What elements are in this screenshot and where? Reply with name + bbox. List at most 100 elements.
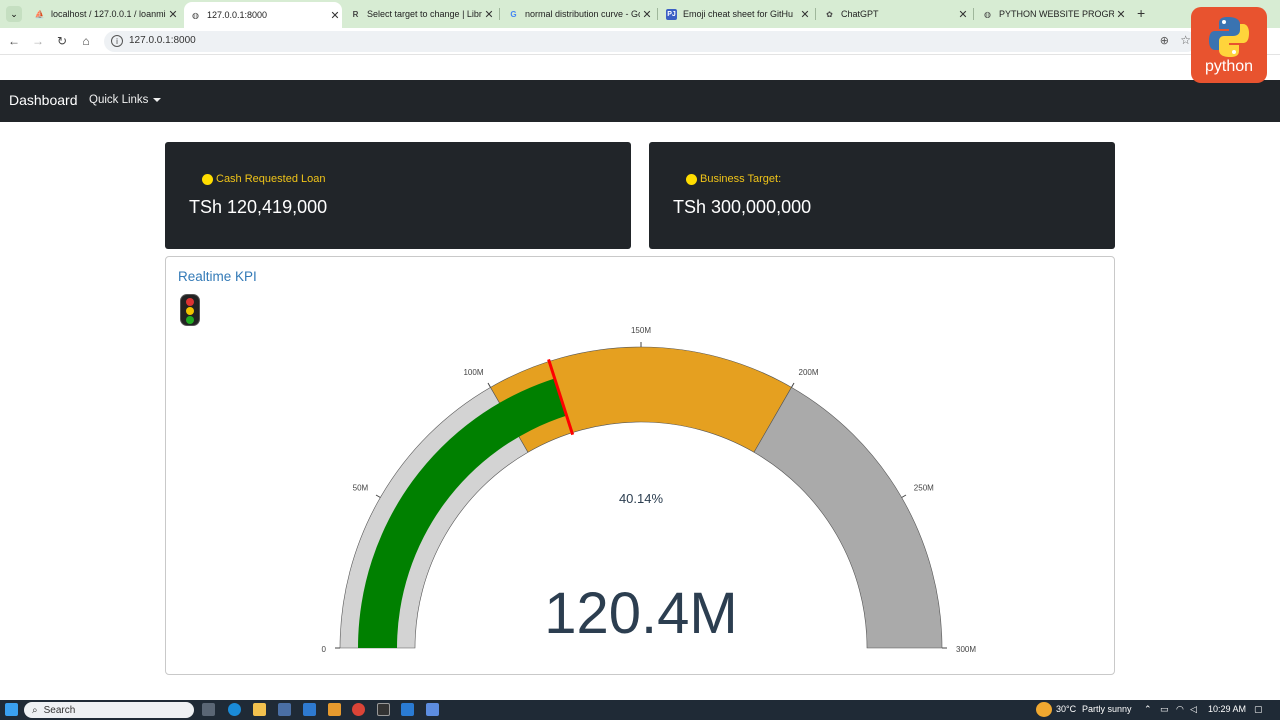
url-text[interactable]: 127.0.0.1:8000: [129, 35, 196, 46]
tab-title: Select target to change | Librar: [367, 9, 482, 19]
tab-search-dropdown-icon[interactable]: ⌄: [6, 6, 22, 22]
tab-title: Emoji cheat sheet for GitHu: [683, 9, 794, 19]
realtime-kpi-panel: Realtime KPI 0 50M 100M 150M 200M 250M 300M 40.…: [165, 256, 1115, 675]
card-label-row: Cash Requested Loan: [202, 173, 325, 185]
gauge-tick-label: 50M: [353, 484, 369, 493]
tab-title: normal distribution curve - Goo: [525, 9, 640, 19]
search-icon: ⌕: [32, 704, 38, 716]
caret-down-icon: [153, 97, 162, 102]
browser-tab-phpmyadmin[interactable]: ⛵ localhost / 127.0.0.1 / loanmis / ✕: [28, 3, 180, 25]
bookmark-star-icon[interactable]: ☆: [1180, 33, 1191, 47]
weather-desc[interactable]: Partly sunny: [1082, 704, 1132, 714]
phpmyadmin-icon: ⛵: [34, 9, 45, 19]
clock-time[interactable]: 10:29 AM: [1208, 704, 1246, 714]
reload-icon[interactable]: ↻: [54, 33, 70, 49]
xampp-icon[interactable]: [328, 703, 341, 716]
browser-tab-active[interactable]: ◍ 127.0.0.1:8000 ✕: [184, 2, 342, 28]
close-tab-icon[interactable]: ✕: [1114, 8, 1128, 21]
card-value: TSh 300,000,000: [673, 197, 812, 217]
network-icon[interactable]: ▭: [1160, 704, 1169, 715]
close-tab-icon[interactable]: ✕: [482, 8, 496, 21]
store-icon[interactable]: [278, 703, 291, 716]
gauge-band-2: [753, 386, 943, 649]
app-icon[interactable]: [426, 703, 439, 716]
yellow-circle-icon: [686, 173, 697, 185]
browser-tab-chatgpt[interactable]: ✿ ChatGPT ✕: [818, 3, 970, 25]
app-navbar: Dashboard Quick Links: [0, 80, 1280, 122]
navbar-brand[interactable]: Dashboard: [9, 92, 78, 108]
globe-icon: ◍: [984, 9, 991, 19]
tab-title: 127.0.0.1:8000: [207, 10, 268, 20]
tab-title: PYTHON WEBSITE PROGRAMMI: [999, 9, 1114, 19]
terminal-icon[interactable]: [377, 703, 390, 716]
gauge-tick: [791, 382, 795, 388]
close-tab-icon[interactable]: ✕: [166, 8, 180, 21]
close-tab-icon[interactable]: ✕: [640, 8, 654, 21]
taskbar-search[interactable]: ⌕ Search: [24, 702, 194, 718]
forward-arrow-icon[interactable]: →: [30, 33, 46, 49]
gauge-tick-label: 300M: [956, 645, 976, 654]
site-info-icon[interactable]: i: [111, 35, 123, 47]
gauge-tick: [487, 382, 491, 388]
card-label: Cash Requested Loan: [216, 173, 326, 185]
card-label-row: Business Target:: [686, 173, 781, 185]
browser-tab-python-website[interactable]: ◍ PYTHON WEBSITE PROGRAMMI ✕: [976, 3, 1128, 25]
tab-title: ChatGPT: [841, 9, 879, 19]
address-bar[interactable]: i 127.0.0.1:8000 ⊕ ☆: [104, 31, 1197, 52]
quick-links-label: Quick Links: [89, 94, 149, 106]
card-value: TSh 120,419,000: [189, 197, 328, 217]
edge-icon[interactable]: [228, 703, 241, 716]
chevron-up-icon[interactable]: ⌃: [1144, 704, 1152, 715]
gauge-value-label: 120.4M: [544, 581, 737, 646]
windows-taskbar: ⌕ Search 30°C Partly sunny ⌃ ▭ ◠ ◁ 10:29…: [0, 700, 1280, 720]
browser-tab-django-admin[interactable]: R Select target to change | Librar ✕: [344, 3, 496, 25]
close-tab-icon[interactable]: ✕: [328, 9, 342, 22]
home-icon[interactable]: ⌂: [78, 33, 94, 49]
business-target-card: Business Target: TSh 300,000,000: [649, 142, 1115, 249]
chrome-icon[interactable]: [352, 703, 365, 716]
weather-icon[interactable]: [1036, 702, 1052, 717]
tab-separator: [657, 8, 658, 20]
weather-temp[interactable]: 30°C: [1056, 704, 1076, 714]
kpi-gauge: 0 50M 100M 150M 200M 250M 300M 40.14% 120.4M: [322, 326, 977, 654]
back-arrow-icon[interactable]: ←: [6, 33, 22, 49]
tab-separator: [499, 8, 500, 20]
close-tab-icon[interactable]: ✕: [798, 8, 812, 21]
vscode-icon[interactable]: [401, 703, 414, 716]
gauge-tick: [375, 494, 381, 498]
tab-separator: [973, 8, 974, 20]
django-admin-icon: R: [352, 9, 359, 19]
gauge-tick: [901, 494, 907, 498]
gauge-tick-label: 150M: [631, 326, 651, 335]
volume-icon[interactable]: ◁: [1190, 704, 1197, 715]
browser-tab-google[interactable]: G normal distribution curve - Goo ✕: [502, 3, 654, 25]
emoji-icon: PJ: [666, 8, 677, 20]
mail-icon[interactable]: [303, 703, 316, 716]
gauge-tick-label: 200M: [799, 368, 819, 377]
windows-start-icon[interactable]: [5, 703, 18, 716]
quick-links-dropdown[interactable]: Quick Links: [89, 94, 162, 106]
notifications-icon[interactable]: ▢: [1254, 704, 1263, 715]
python-snake-icon: [1209, 17, 1249, 57]
browser-tab-emoji[interactable]: PJ Emoji cheat sheet for GitHu ✕: [660, 3, 812, 25]
google-icon: G: [510, 9, 517, 19]
python-logo-text: python: [1204, 58, 1254, 75]
wifi-icon[interactable]: ◠: [1176, 704, 1184, 715]
close-tab-icon[interactable]: ✕: [956, 8, 970, 21]
gauge-tick-label: 100M: [463, 368, 483, 377]
gauge-tick-label: 0: [322, 645, 327, 654]
tab-title: localhost / 127.0.0.1 / loanmis /: [51, 9, 166, 19]
gauge-tick-label: 250M: [914, 484, 934, 493]
yellow-circle-icon: [202, 173, 213, 185]
task-view-icon[interactable]: [202, 703, 215, 716]
cash-requested-card: Cash Requested Loan TSh 120,419,000: [165, 142, 631, 249]
browser-toolbar: ← → ↻ ⌂ i 127.0.0.1:8000 ⊕ ☆: [0, 28, 1280, 55]
file-explorer-icon[interactable]: [253, 703, 266, 716]
new-tab-button[interactable]: +: [1137, 5, 1145, 21]
python-logo: python: [1191, 7, 1267, 83]
gauge-percent-label: 40.14%: [619, 491, 664, 506]
tab-separator: [815, 8, 816, 20]
browser-tab-strip: ⌄ ⛵ localhost / 127.0.0.1 / loanmis / ✕ …: [0, 0, 1280, 28]
globe-icon: ◍: [192, 10, 199, 20]
zoom-icon[interactable]: ⊕: [1160, 34, 1169, 47]
